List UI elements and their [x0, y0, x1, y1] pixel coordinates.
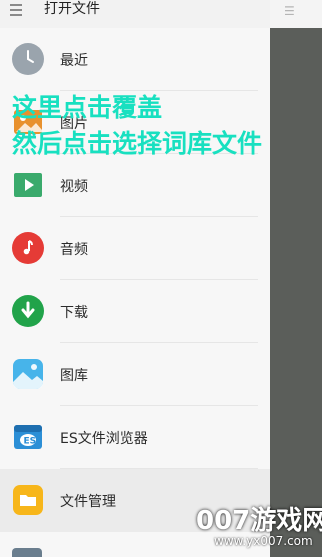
- download-icon: [12, 295, 44, 327]
- page-title: 打开文件: [44, 1, 100, 17]
- instruction-overlay-line2: 然后点击选择词库文件: [12, 129, 263, 158]
- drawer-item-video[interactable]: 视频: [0, 154, 270, 217]
- music-icon: [12, 232, 44, 264]
- drawer-item-label: ES文件浏览器: [60, 431, 148, 447]
- gallery-icon: [13, 359, 43, 389]
- drawer-header: 打开文件: [0, 0, 270, 28]
- watermark-logo: 007游戏网: [196, 506, 322, 536]
- drawer-item-audio[interactable]: 音频: [0, 217, 270, 280]
- folder-icon: [13, 485, 43, 515]
- list-view-icon[interactable]: ☰: [284, 5, 300, 17]
- drawer-item-gallery[interactable]: 图库: [0, 343, 270, 406]
- es-explorer-icon: ES: [14, 425, 42, 449]
- menu-icon[interactable]: [10, 4, 22, 16]
- watermark-url: www.yx007.com: [214, 534, 313, 548]
- next-item-icon: [12, 548, 42, 557]
- navigation-drawer: 打开文件 最近 图片 视频 音频 下载 图库 ES ES文件浏览器 文件管理: [0, 0, 270, 557]
- drawer-item-downloads[interactable]: 下载: [0, 280, 270, 343]
- svg-text:ES: ES: [24, 437, 37, 447]
- drawer-item-recent[interactable]: 最近: [0, 28, 270, 91]
- content-scrim[interactable]: [270, 0, 322, 557]
- video-icon: [14, 173, 42, 197]
- drawer-item-label: 视频: [60, 179, 88, 195]
- drawer-item-label: 音频: [60, 242, 88, 258]
- drawer-item-label: 文件管理: [60, 494, 116, 510]
- drawer-item-label: 下载: [60, 305, 88, 321]
- drawer-item-label: 图库: [60, 368, 88, 384]
- drawer-item-label: 最近: [60, 53, 88, 69]
- instruction-overlay-line1: 这里点击覆盖: [12, 93, 163, 122]
- clock-icon: [12, 43, 44, 75]
- drawer-item-es-explorer[interactable]: ES ES文件浏览器: [0, 406, 270, 469]
